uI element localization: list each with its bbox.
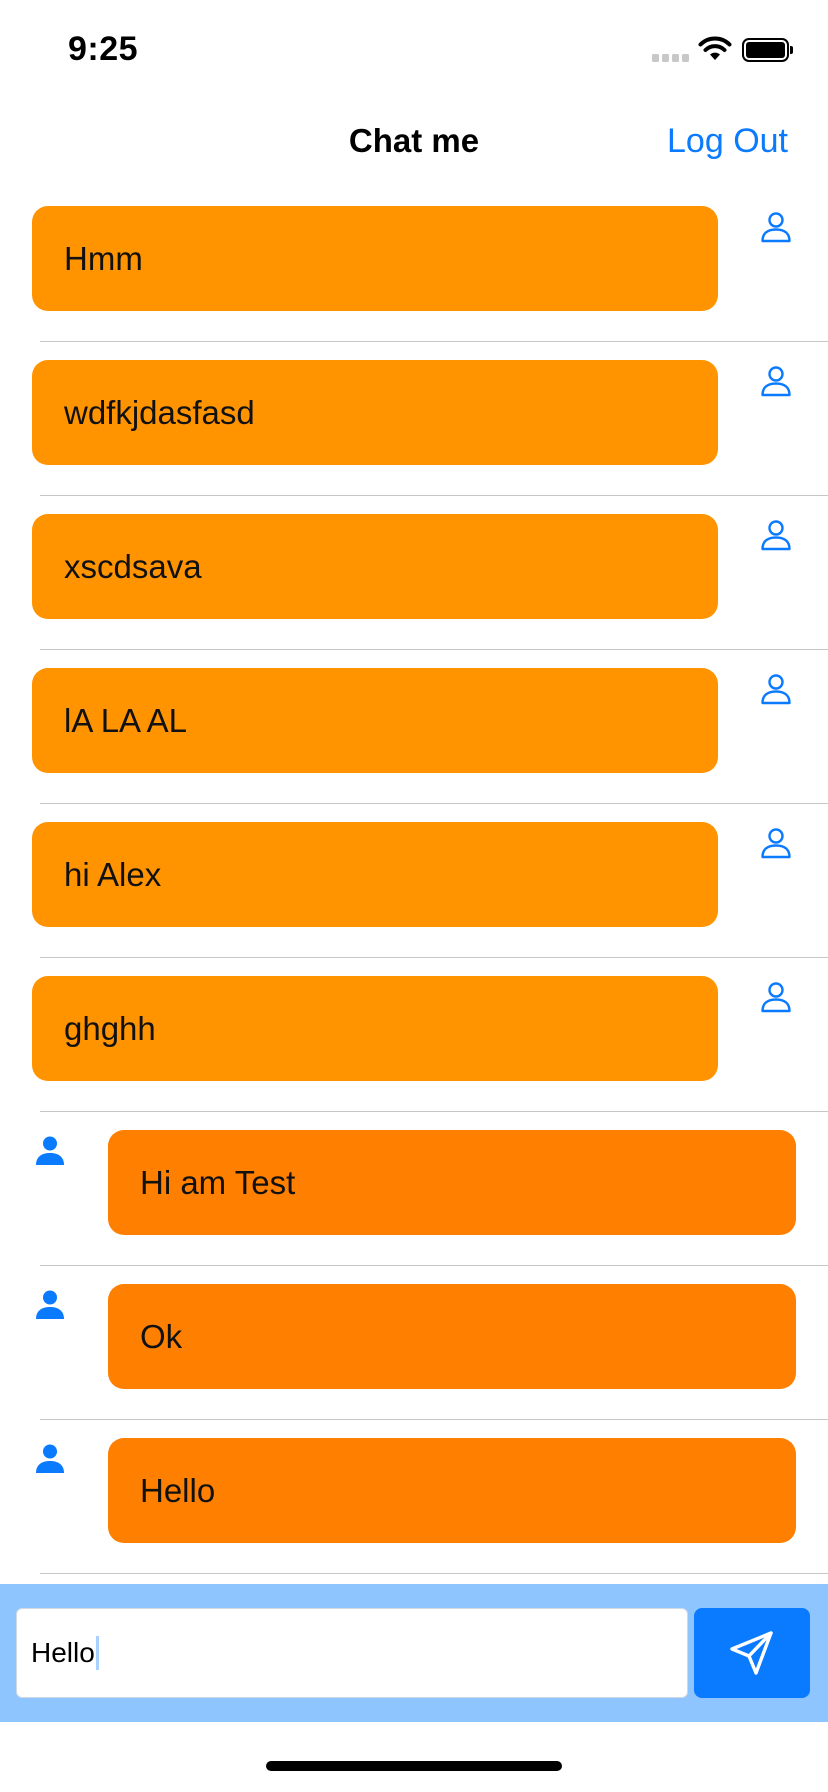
- person-outline-icon: [759, 364, 793, 398]
- log-out-button[interactable]: Log Out: [667, 122, 788, 161]
- message-input[interactable]: Hello: [16, 1608, 688, 1698]
- message-list[interactable]: Hmm wdfkjdasfasd xscdsava lA LA AL hi Al…: [0, 188, 828, 1574]
- message-row: ghghh: [0, 958, 828, 1112]
- message-bubble: lA LA AL: [32, 668, 718, 773]
- message-composer: Hello: [0, 1584, 828, 1722]
- text-cursor: [95, 1636, 99, 1670]
- home-indicator: [266, 1761, 562, 1771]
- person-outline-icon: [759, 672, 793, 706]
- status-time: 9:25: [68, 30, 139, 68]
- message-bubble: ghghh: [32, 976, 718, 1081]
- status-bar: 9:25: [0, 0, 828, 100]
- message-bubble: xscdsava: [32, 514, 718, 619]
- navigation-bar: Chat me Log Out: [0, 100, 828, 188]
- message-bubble: hi Alex: [32, 822, 718, 927]
- person-outline-icon: [759, 518, 793, 552]
- message-row: lA LA AL: [0, 650, 828, 804]
- send-button[interactable]: [694, 1608, 810, 1698]
- message-bubble: wdfkjdasfasd: [32, 360, 718, 465]
- message-row: wdfkjdasfasd: [0, 342, 828, 496]
- message-row: Hi am Test: [0, 1112, 828, 1266]
- message-row: Hello: [0, 1420, 828, 1574]
- person-fill-icon: [33, 1134, 67, 1168]
- person-outline-icon: [759, 980, 793, 1014]
- person-fill-icon: [33, 1442, 67, 1476]
- message-bubble: Hmm: [32, 206, 718, 311]
- cellular-signal-icon: [652, 54, 690, 62]
- row-divider: [40, 1573, 828, 1574]
- message-bubble: Ok: [108, 1284, 796, 1389]
- person-outline-icon: [759, 826, 793, 860]
- message-bubble: Hi am Test: [108, 1130, 796, 1235]
- message-row: Ok: [0, 1266, 828, 1420]
- message-row: hi Alex: [0, 804, 828, 958]
- message-input-value: Hello: [31, 1637, 95, 1668]
- message-row: xscdsava: [0, 496, 828, 650]
- message-bubble: Hello: [108, 1438, 796, 1543]
- message-row: Hmm: [0, 188, 828, 342]
- battery-icon: [742, 38, 794, 62]
- person-outline-icon: [759, 210, 793, 244]
- person-fill-icon: [33, 1288, 67, 1322]
- wifi-icon: [698, 36, 732, 60]
- paper-plane-icon: [730, 1631, 773, 1675]
